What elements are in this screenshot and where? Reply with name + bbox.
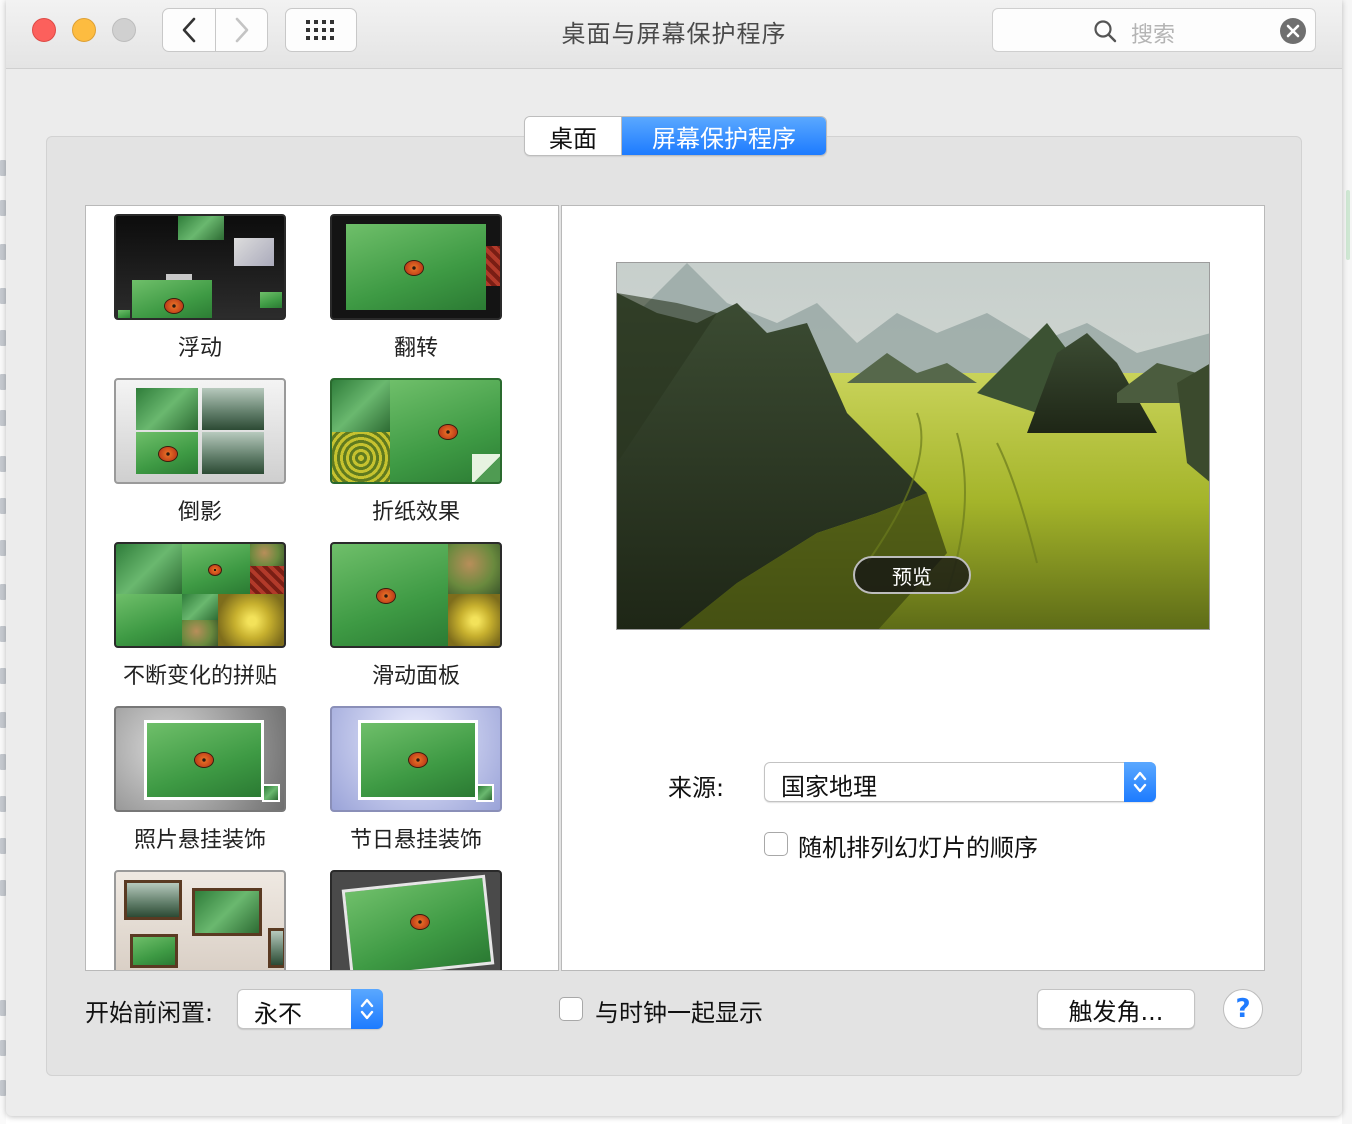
- search-placeholder: 搜索: [1131, 23, 1176, 48]
- saver-item-flip[interactable]: 翻转: [308, 214, 524, 362]
- saver-thumbnail: [114, 378, 286, 484]
- saver-label: 翻转: [393, 336, 438, 361]
- idle-value: 永不: [254, 1000, 302, 1028]
- hot-corners-button[interactable]: 触发角...: [1037, 989, 1195, 1029]
- help-button[interactable]: ?: [1223, 989, 1263, 1029]
- saver-thumbnail: [330, 542, 502, 648]
- idle-label: 开始前闲置:: [85, 999, 214, 1027]
- saver-label: 折纸效果: [371, 500, 460, 525]
- saver-item-vintage-prints[interactable]: [308, 870, 524, 970]
- screen-saver-list[interactable]: 浮动 翻转 倒影 折纸效果 不断变化的拼贴 滑动面板 照片悬挂装饰 节日悬挂装饰: [85, 205, 559, 971]
- saver-thumbnail: [114, 870, 286, 970]
- saver-thumbnail: [114, 214, 286, 320]
- preview-area: 预览 来源: 国家地理 随机排列幻灯片的顺序: [561, 205, 1265, 971]
- saver-label: 倒影: [177, 500, 222, 525]
- tab-desktop[interactable]: 桌面: [525, 117, 622, 155]
- saver-item-holiday-mobile[interactable]: 节日悬挂装饰: [308, 706, 524, 854]
- saver-label: 滑动面板: [371, 664, 460, 689]
- idle-time-popup[interactable]: 永不: [237, 989, 383, 1029]
- saver-thumbnail: [330, 214, 502, 320]
- saver-label: 节日悬挂装饰: [349, 828, 482, 853]
- show-clock-checkbox[interactable]: [559, 997, 583, 1021]
- preview-image: 预览: [616, 262, 1210, 630]
- saver-item-reflections[interactable]: 倒影: [92, 378, 308, 526]
- source-value: 国家地理: [781, 773, 877, 801]
- saver-item-shifting-tiles[interactable]: 不断变化的拼贴: [92, 542, 308, 690]
- search-field[interactable]: 搜索: [992, 8, 1316, 52]
- show-clock-label: 与时钟一起显示: [595, 999, 763, 1027]
- saver-item-sliding-panels[interactable]: 滑动面板: [308, 542, 524, 690]
- saver-label: 照片悬挂装饰: [133, 828, 266, 853]
- saver-item-photo-wall[interactable]: [92, 870, 308, 970]
- preview-button[interactable]: 预览: [853, 556, 971, 594]
- saver-thumbnail: [114, 542, 286, 648]
- saver-item-origami[interactable]: 折纸效果: [308, 378, 524, 526]
- background-window-edge-right: [1342, 0, 1352, 1124]
- saver-label: 浮动: [177, 336, 222, 361]
- saver-thumbnail: [330, 378, 502, 484]
- source-label: 来源:: [668, 774, 725, 802]
- tab-bar: 桌面 屏幕保护程序: [524, 116, 827, 156]
- shuffle-label: 随机排列幻灯片的顺序: [798, 834, 1038, 862]
- saver-thumbnail: [330, 706, 502, 812]
- title-bar: 桌面与屏幕保护程序 搜索: [6, 0, 1342, 69]
- search-icon: [1094, 20, 1117, 43]
- saver-label: 不断变化的拼贴: [122, 664, 277, 689]
- saver-thumbnail: [114, 706, 286, 812]
- clear-search-button[interactable]: [1280, 18, 1306, 44]
- saver-thumbnail: [330, 870, 502, 970]
- preferences-window: 桌面与屏幕保护程序 搜索 桌面 屏幕保护程序 浮动 翻转 倒影 折纸效果 不断变…: [6, 0, 1342, 1116]
- saver-item-photo-mobile[interactable]: 照片悬挂装饰: [92, 706, 308, 854]
- shuffle-checkbox[interactable]: [764, 832, 788, 856]
- source-popup[interactable]: 国家地理: [764, 762, 1156, 802]
- saver-item-floating[interactable]: 浮动: [92, 214, 308, 362]
- updown-arrows-icon: [351, 989, 383, 1029]
- updown-arrows-icon: [1124, 762, 1156, 802]
- settings-panel: 浮动 翻转 倒影 折纸效果 不断变化的拼贴 滑动面板 照片悬挂装饰 节日悬挂装饰…: [46, 136, 1302, 1076]
- tab-screen-saver[interactable]: 屏幕保护程序: [622, 117, 826, 155]
- close-icon: [1286, 24, 1300, 38]
